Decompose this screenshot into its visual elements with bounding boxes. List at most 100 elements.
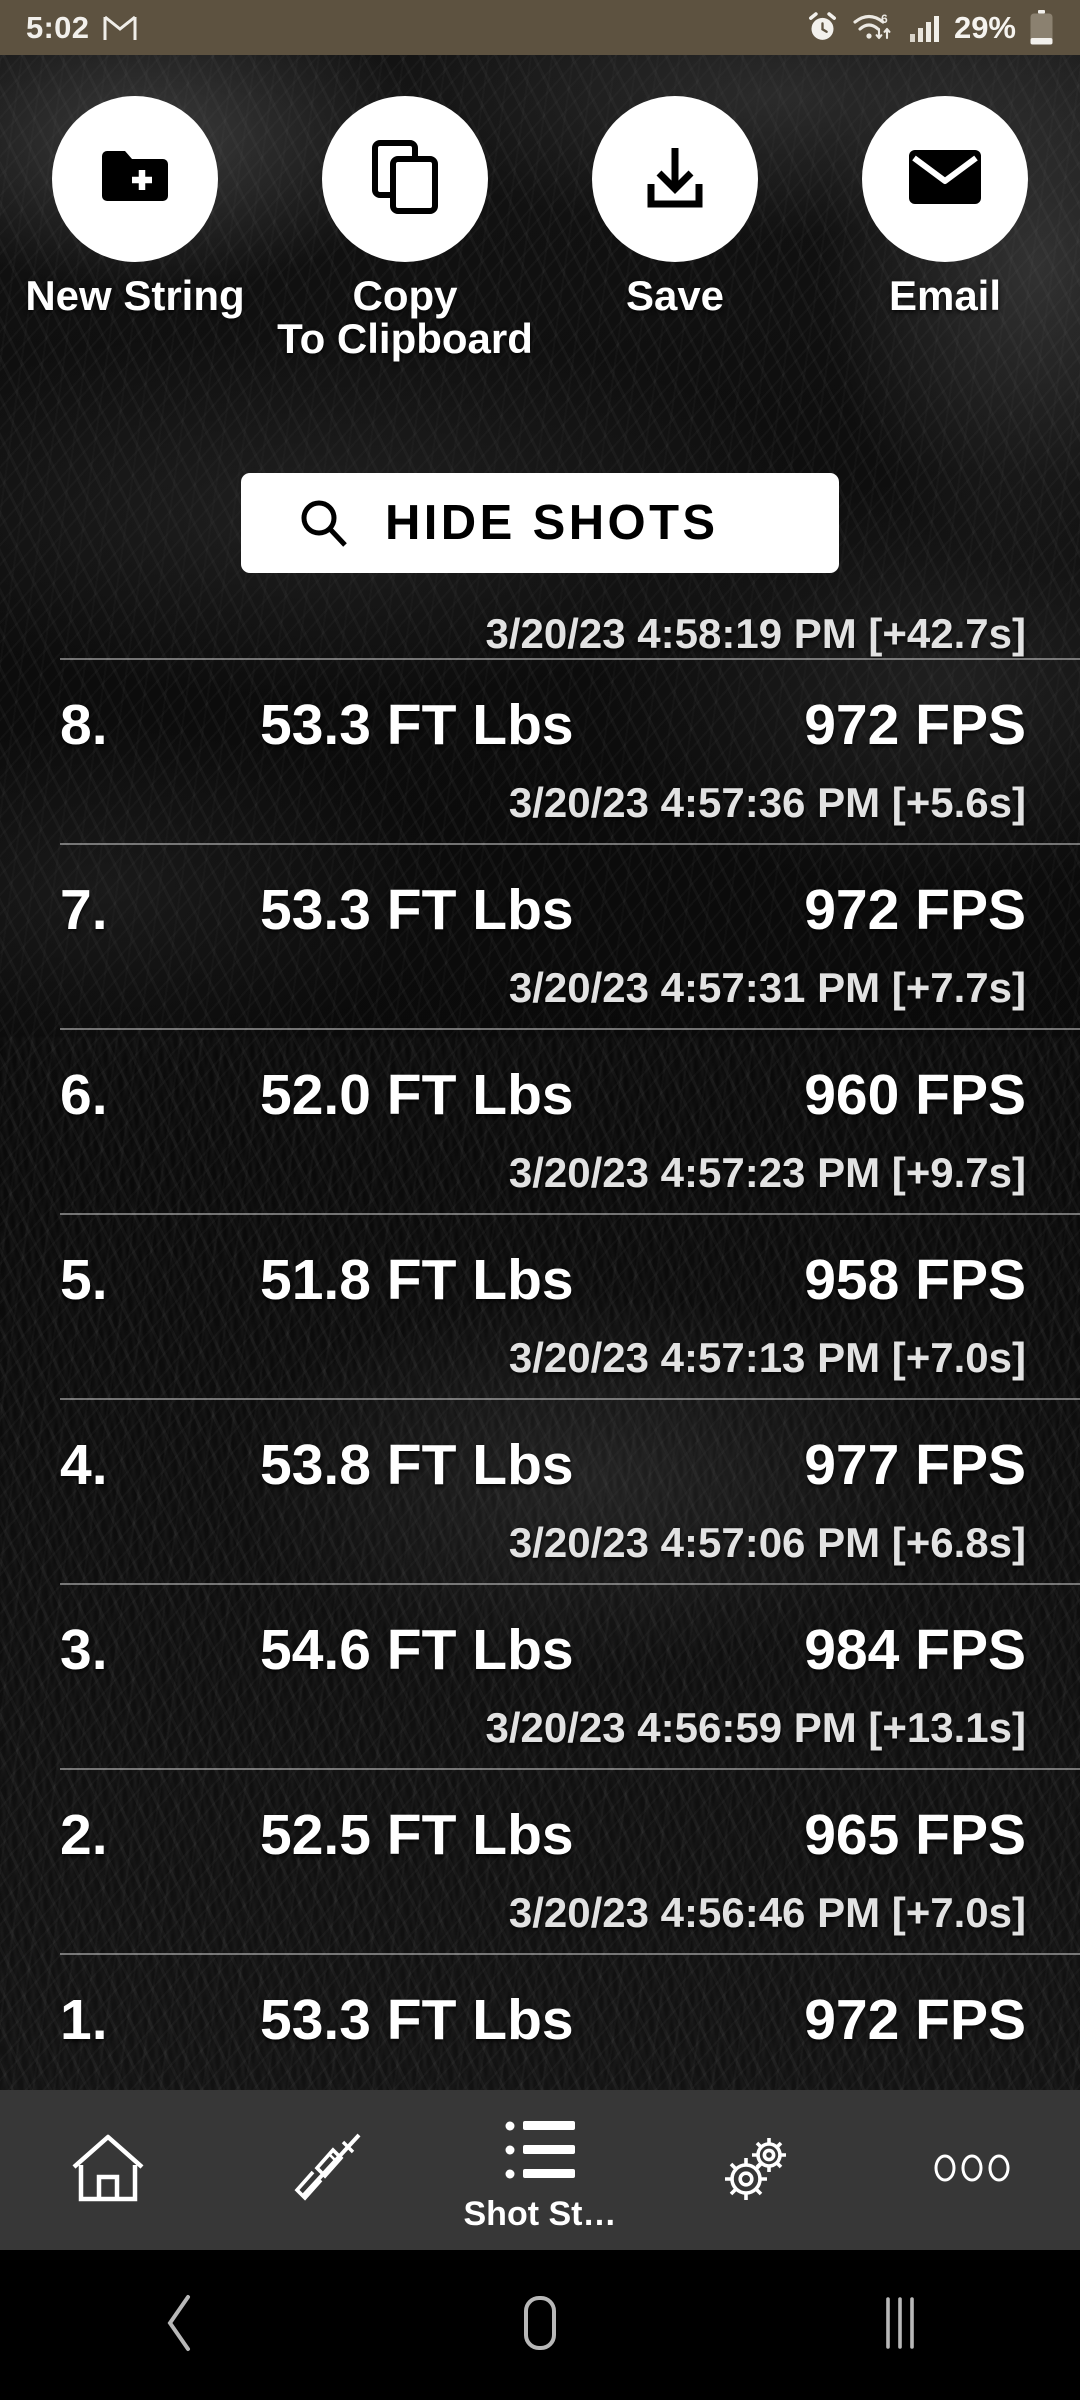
shot-speed: 965 FPS xyxy=(804,1803,1026,1867)
status-bar-clock: 5:02 xyxy=(26,9,90,45)
shot-speed: 958 FPS xyxy=(804,1248,1026,1312)
timestamp-label: 3/20/23 4:57:23 PM [+9.7s] xyxy=(508,1149,1026,1196)
list-icon xyxy=(501,2117,579,2188)
copy-to-clipboard-button-circle[interactable] xyxy=(322,96,488,262)
shot-timestamp-wrap: 3/20/23 4:57:31 PM [+7.7s] xyxy=(509,964,1026,1012)
shot-energy: 52.0 FT Lbs xyxy=(260,1063,574,1127)
shot-index: 7. xyxy=(60,878,108,942)
table-row[interactable]: 3. 54.6 FT Lbs 984 FPS 3/20/23 4:56:59 P… xyxy=(60,1583,1080,1768)
table-row[interactable]: 8. 53.3 FT Lbs 972 FPS 3/20/23 4:57:36 P… xyxy=(60,658,1080,843)
shot-row-values: 7. 53.3 FT Lbs 972 FPS xyxy=(60,877,1026,943)
timestamp-label: 3/20/23 4:57:36 PM [+5.6s] xyxy=(508,779,1026,826)
table-row[interactable]: 2. 52.5 FT Lbs 965 FPS 3/20/23 4:56:46 P… xyxy=(60,1768,1080,1953)
alarm-icon xyxy=(806,11,839,44)
battery-low-icon xyxy=(1029,9,1054,46)
timestamp-label: 3/20/23 4:57:13 PM [+7.0s] xyxy=(508,1334,1026,1381)
new-string-button[interactable]: New String xyxy=(0,96,270,361)
shot-timestamp-wrap: 3/20/23 4:57:36 PM [+5.6s] xyxy=(509,779,1026,827)
home-icon xyxy=(68,2131,148,2210)
shot-energy: 53.3 FT Lbs xyxy=(260,878,574,942)
shot-energy: 53.8 FT Lbs xyxy=(260,1433,574,1497)
shot-energy: 53.3 FT Lbs xyxy=(260,693,574,757)
table-row[interactable]: 4. 53.8 FT Lbs 977 FPS 3/20/23 4:57:06 P… xyxy=(60,1398,1080,1583)
shot-energy: 53.3 FT Lbs xyxy=(260,1988,574,2052)
action-button-row: New String Copy To Clipboard Save Email xyxy=(0,96,1080,361)
nav-item-home[interactable] xyxy=(0,2090,216,2250)
download-icon xyxy=(640,142,710,217)
shot-row-values: 2. 52.5 FT Lbs 965 FPS xyxy=(60,1802,1026,1868)
new-string-button-circle[interactable] xyxy=(52,96,218,262)
table-row[interactable]: 6. 52.0 FT Lbs 960 FPS 3/20/23 4:57:23 P… xyxy=(60,1028,1080,1213)
copy-icon xyxy=(371,139,439,220)
shot-speed: 960 FPS xyxy=(804,1063,1026,1127)
nav-item-shot-strings[interactable]: Shot St… xyxy=(432,2090,648,2250)
shot-index: 1. xyxy=(60,1988,108,2052)
envelope-icon xyxy=(907,148,983,211)
shot-energy: 51.8 FT Lbs xyxy=(260,1248,574,1312)
table-row[interactable]: 5. 51.8 FT Lbs 958 FPS 3/20/23 4:57:13 P… xyxy=(60,1213,1080,1398)
nav-item-more[interactable] xyxy=(864,2090,1080,2250)
timestamp-label: 3/20/23 4:57:31 PM [+7.7s] xyxy=(508,964,1026,1011)
hide-shots-button[interactable]: HIDE SHOTS xyxy=(241,473,839,573)
shot-row-values: 8. 53.3 FT Lbs 972 FPS xyxy=(60,692,1026,758)
shot-timestamp-wrap: 3/20/23 4:57:23 PM [+9.7s] xyxy=(509,1149,1026,1197)
email-button-circle[interactable] xyxy=(862,96,1028,262)
shot-speed: 984 FPS xyxy=(804,1618,1026,1682)
timestamp-label: 3/20/23 4:56:46 PM [+7.0s] xyxy=(508,1889,1026,1936)
shot-speed: 972 FPS xyxy=(804,1988,1026,2052)
shot-timestamp-wrap: 3/20/23 4:56:46 PM [+7.0s] xyxy=(509,1889,1026,1937)
shot-list[interactable]: 3/20/23 4:58:19 PM [+42.7s] 8. 53.3 FT L… xyxy=(0,600,1080,2090)
cellular-signal-icon xyxy=(909,13,941,43)
table-row[interactable]: 7. 53.3 FT Lbs 972 FPS 3/20/23 4:57:31 P… xyxy=(60,843,1080,1028)
shot-index: 2. xyxy=(60,1803,108,1867)
back-icon xyxy=(159,2292,201,2359)
android-home-button[interactable] xyxy=(360,2292,720,2359)
shot-index: 6. xyxy=(60,1063,108,1127)
shot-row-values: 1. 53.3 FT Lbs 972 FPS xyxy=(60,1987,1026,2053)
shot-index: 8. xyxy=(60,693,108,757)
android-recents-button[interactable] xyxy=(720,2292,1080,2359)
gmail-icon xyxy=(103,14,137,42)
more-dots-icon xyxy=(929,2151,1015,2190)
folder-plus-icon xyxy=(98,144,172,215)
shot-index: 3. xyxy=(60,1618,108,1682)
home-pill-icon xyxy=(514,2292,566,2359)
shot-speed: 972 FPS xyxy=(804,878,1026,942)
timestamp-label: 3/20/23 4:56:59 PM [+13.1s] xyxy=(485,1704,1026,1751)
shot-timestamp-wrap: 3/20/23 4:57:13 PM [+7.0s] xyxy=(509,1334,1026,1382)
svg-text:6: 6 xyxy=(881,12,888,26)
timestamp-label: 3/20/23 4:58:19 PM [+42.7s] xyxy=(485,610,1026,657)
shot-speed: 977 FPS xyxy=(804,1433,1026,1497)
android-back-button[interactable] xyxy=(0,2292,360,2359)
wifi-6-icon: 6 xyxy=(852,11,896,45)
hide-shots-label: HIDE SHOTS xyxy=(385,496,719,550)
nav-item-settings[interactable] xyxy=(648,2090,864,2250)
nav-item-rifle[interactable] xyxy=(216,2090,432,2250)
status-bar: 5:02 6 29% xyxy=(0,0,1080,55)
email-label: Email xyxy=(888,272,1002,319)
rifle-icon xyxy=(281,2130,367,2211)
email-button[interactable]: Email xyxy=(810,96,1080,361)
copy-to-clipboard-label: Copy To Clipboard xyxy=(277,272,533,362)
android-navigation-bar xyxy=(0,2250,1080,2400)
status-bar-left: 5:02 xyxy=(26,10,137,46)
shot-timestamp-wrap: 3/20/23 4:56:59 PM [+13.1s] xyxy=(485,1704,1026,1752)
save-button-circle[interactable] xyxy=(592,96,758,262)
shot-row-values: 5. 51.8 FT Lbs 958 FPS xyxy=(60,1247,1026,1313)
save-button[interactable]: Save xyxy=(540,96,810,361)
shot-energy: 52.5 FT Lbs xyxy=(260,1803,574,1867)
table-row[interactable]: 1. 53.3 FT Lbs 972 FPS xyxy=(60,1953,1080,2090)
save-label: Save xyxy=(625,272,725,319)
shot-index: 4. xyxy=(60,1433,108,1497)
copy-to-clipboard-button[interactable]: Copy To Clipboard xyxy=(270,96,540,361)
battery-percent-label: 29% xyxy=(953,9,1016,45)
shot-speed: 972 FPS xyxy=(804,693,1026,757)
shot-energy: 54.6 FT Lbs xyxy=(260,1618,574,1682)
shot-row-values: 6. 52.0 FT Lbs 960 FPS xyxy=(60,1062,1026,1128)
shot-row-values: 3. 54.6 FT Lbs 984 FPS xyxy=(60,1617,1026,1683)
recents-icon xyxy=(871,2292,929,2359)
partial-row-timestamp: 3/20/23 4:58:19 PM [+42.7s] xyxy=(0,600,1080,658)
status-bar-right: 6 29% xyxy=(806,9,1054,46)
shot-index: 5. xyxy=(60,1248,108,1312)
bottom-navigation-bar: Shot St… xyxy=(0,2090,1080,2250)
